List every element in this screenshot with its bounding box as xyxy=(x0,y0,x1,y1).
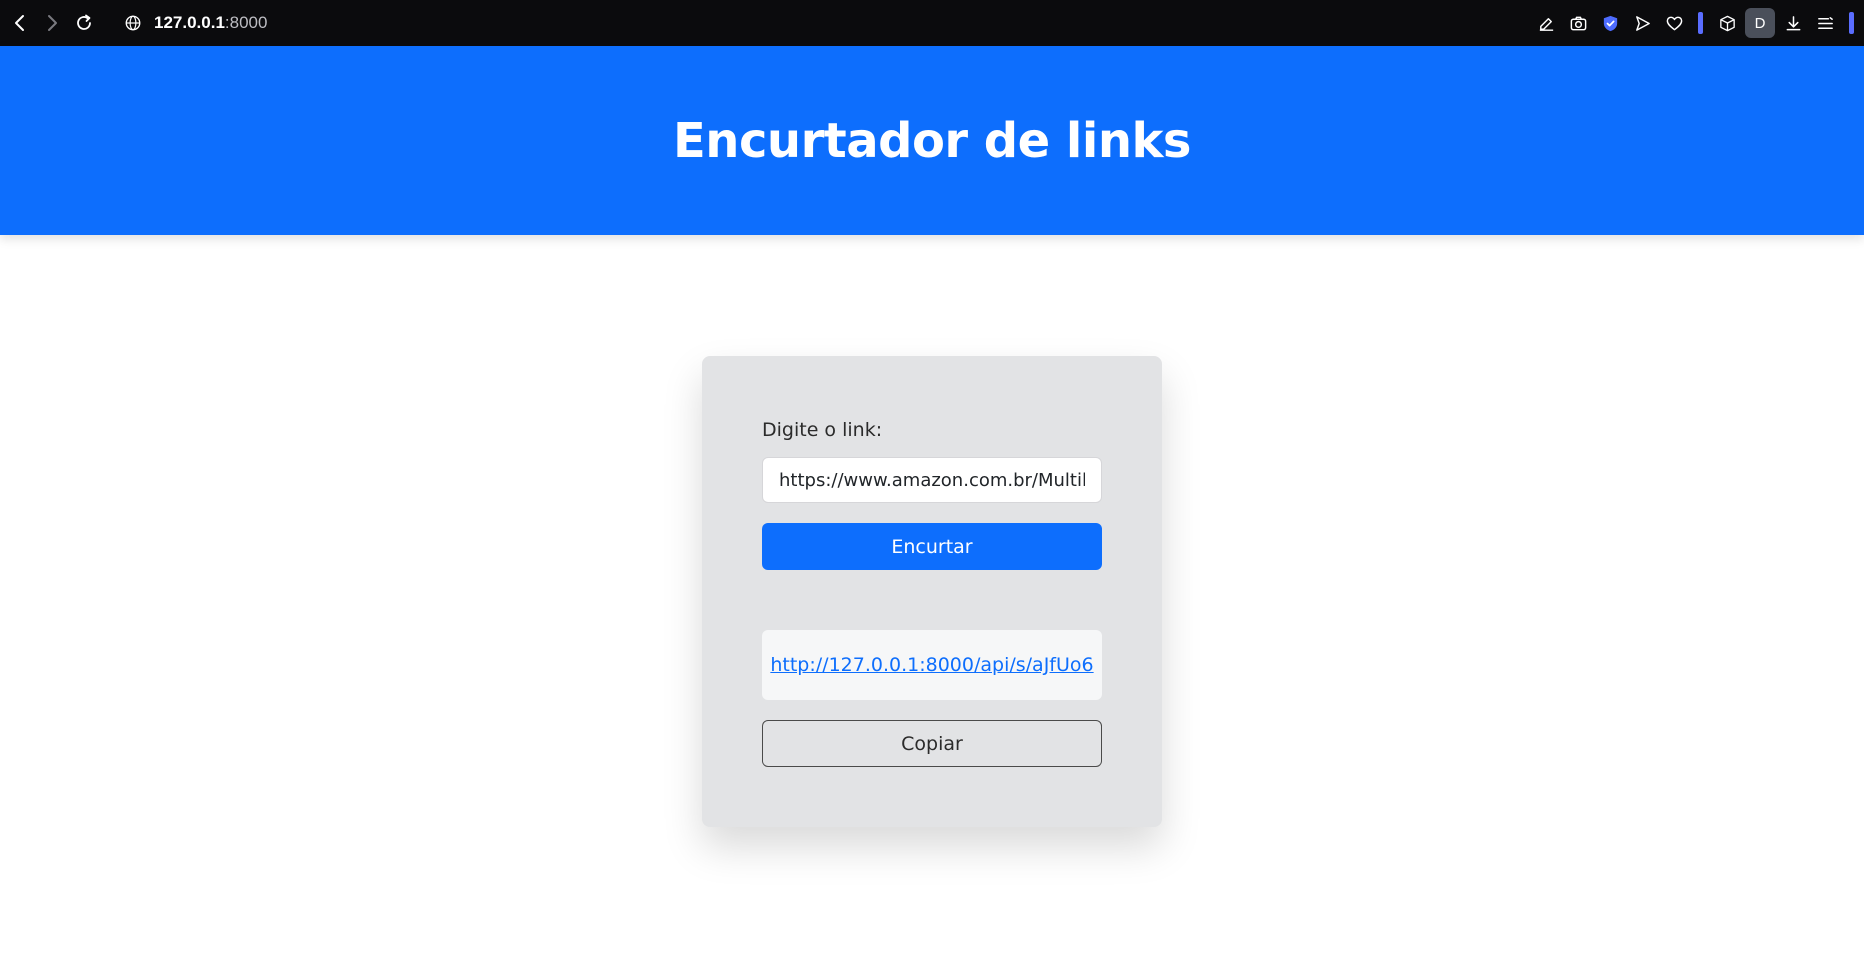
toolbar-actions: D xyxy=(1532,7,1858,39)
shorten-button[interactable]: Encurtar xyxy=(762,523,1102,570)
heart-icon xyxy=(1666,16,1682,30)
favorite-button[interactable] xyxy=(1660,9,1688,37)
back-button[interactable] xyxy=(4,7,36,39)
reload-icon xyxy=(77,14,91,30)
shortener-card: Digite o link: Encurtar http://127.0.0.1… xyxy=(702,356,1162,827)
downloads-button[interactable] xyxy=(1779,9,1807,37)
screenshot-button[interactable] xyxy=(1564,9,1592,37)
shield-button[interactable] xyxy=(1596,9,1624,37)
camera-icon xyxy=(1570,16,1586,30)
page-title: Encurtador de links xyxy=(672,112,1192,169)
result-box: http://127.0.0.1:8000/api/s/aJfUo6 xyxy=(762,630,1102,700)
sidebar-toggle[interactable] xyxy=(1849,12,1854,34)
back-icon xyxy=(15,15,24,31)
link-input[interactable] xyxy=(762,457,1102,503)
menu-button[interactable] xyxy=(1811,9,1839,37)
download-icon xyxy=(1786,15,1800,30)
edit-button[interactable] xyxy=(1532,9,1560,37)
page-header: Encurtador de links xyxy=(0,46,1864,235)
sidebar-indicator xyxy=(1698,12,1703,34)
send-button[interactable] xyxy=(1628,9,1656,37)
url-text: 127.0.0.1:8000 xyxy=(154,13,267,33)
shield-icon xyxy=(1603,15,1617,31)
link-label: Digite o link: xyxy=(762,419,883,441)
short-link[interactable]: http://127.0.0.1:8000/api/s/aJfUo6 xyxy=(770,654,1093,676)
reload-button[interactable] xyxy=(68,7,100,39)
forward-icon xyxy=(48,15,57,31)
url-port: :8000 xyxy=(224,13,268,32)
address-bar[interactable]: 127.0.0.1:8000 xyxy=(124,7,267,39)
cube-icon xyxy=(1719,15,1735,31)
extensions-button[interactable] xyxy=(1713,9,1741,37)
copy-button[interactable]: Copiar xyxy=(762,720,1102,767)
profile-avatar[interactable]: D xyxy=(1745,8,1775,38)
forward-button[interactable] xyxy=(36,7,68,39)
send-icon xyxy=(1635,15,1650,31)
menu-icon xyxy=(1817,16,1833,29)
url-host: 127.0.0.1 xyxy=(154,13,225,32)
globe-icon xyxy=(125,15,141,31)
edit-icon xyxy=(1539,17,1553,31)
browser-toolbar: 127.0.0.1:8000 D xyxy=(0,0,1864,46)
